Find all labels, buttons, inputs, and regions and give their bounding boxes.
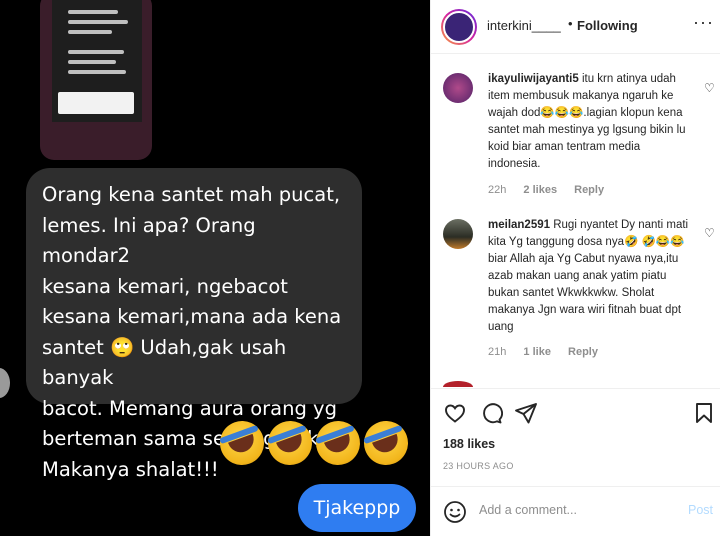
post-comment-button[interactable]: Post	[688, 503, 713, 517]
next-commenter-avatar	[443, 381, 473, 387]
thumbnail-text-line	[68, 20, 128, 24]
comment-likes[interactable]: 2 likes	[523, 184, 557, 196]
screen: Orang kena santet mah pucat, lemes. Ini …	[0, 0, 720, 536]
chat-avatar-edge	[0, 368, 10, 398]
heart-outline-icon[interactable]: ♡	[704, 81, 715, 95]
comment-time: 21h	[488, 346, 507, 358]
laughing-emoji-icon	[213, 414, 271, 472]
heart-outline-icon[interactable]: ♡	[704, 226, 715, 240]
laughing-emoji-icon	[357, 414, 415, 472]
commenter-avatar[interactable]	[443, 219, 473, 249]
laughing-emoji-icon	[261, 414, 319, 472]
post-username[interactable]: interkini____	[487, 18, 561, 33]
received-message-bubble: Orang kena santet mah pucat, lemes. Ini …	[26, 168, 362, 481]
more-horizontal-icon[interactable]: ···	[693, 12, 714, 33]
comment-username[interactable]: ikayuliwijayanti5	[488, 73, 579, 85]
add-comment-input[interactable]	[479, 503, 669, 517]
post-header: interkini____ • Following ···	[431, 0, 720, 54]
laughing-emoji-icon	[309, 414, 367, 472]
comment-likes[interactable]: 1 like	[523, 346, 551, 358]
comment-meta: 22h 2 likes Reply	[488, 184, 618, 196]
comment-icon[interactable]	[479, 401, 503, 425]
emoji-reactions	[213, 414, 415, 472]
separator-dot: •	[568, 16, 573, 31]
reply-button[interactable]: Reply	[574, 184, 604, 196]
thumbnail-text-line	[68, 50, 124, 54]
comment-text: ikayuliwijayanti5 itu krn atinya udah it…	[488, 71, 693, 173]
comment-username[interactable]: meilan2591	[488, 219, 550, 231]
comment-meta: 21h 1 like Reply	[488, 346, 612, 358]
thumbnail-text-line	[68, 30, 112, 34]
reply-button[interactable]: Reply	[568, 346, 598, 358]
post-actions: 188 likes 23 HOURS AGO	[431, 388, 720, 488]
comment-time: 22h	[488, 184, 507, 196]
save-bookmark-icon[interactable]	[692, 401, 716, 425]
following-button[interactable]: Following	[577, 18, 638, 33]
thumbnail-text-line	[68, 60, 116, 64]
thumbnail-caption-box	[58, 92, 134, 114]
share-icon[interactable]	[514, 401, 538, 425]
thumbnail-text-line	[68, 70, 126, 74]
post-details-panel: interkini____ • Following ··· ikayuliwij…	[430, 0, 720, 536]
avatar-image	[443, 11, 475, 43]
forwarded-image-thumbnail	[40, 0, 152, 160]
heart-icon[interactable]	[443, 401, 467, 425]
emoji-picker-icon[interactable]	[443, 500, 467, 524]
sent-message-bubble: Tjakeppp	[298, 484, 416, 532]
profile-avatar[interactable]	[441, 9, 477, 45]
thumbnail-text-line	[68, 10, 118, 14]
comment-text: meilan2591 Rugi nyantet Dy nanti mati ki…	[488, 217, 693, 336]
comments-list[interactable]: ikayuliwijayanti5 itu krn atinya udah it…	[431, 55, 720, 387]
post-timestamp: 23 HOURS AGO	[443, 461, 514, 471]
add-comment-bar: Post	[431, 486, 720, 536]
comment-content: itu krn atinya udah item membusuk makany…	[488, 73, 686, 170]
comment-content: Rugi nyantet Dy nanti mati kita Yg tangg…	[488, 219, 689, 333]
likes-count[interactable]: 188 likes	[443, 437, 495, 451]
post-image: Orang kena santet mah pucat, lemes. Ini …	[0, 0, 430, 536]
commenter-avatar[interactable]	[443, 73, 473, 103]
